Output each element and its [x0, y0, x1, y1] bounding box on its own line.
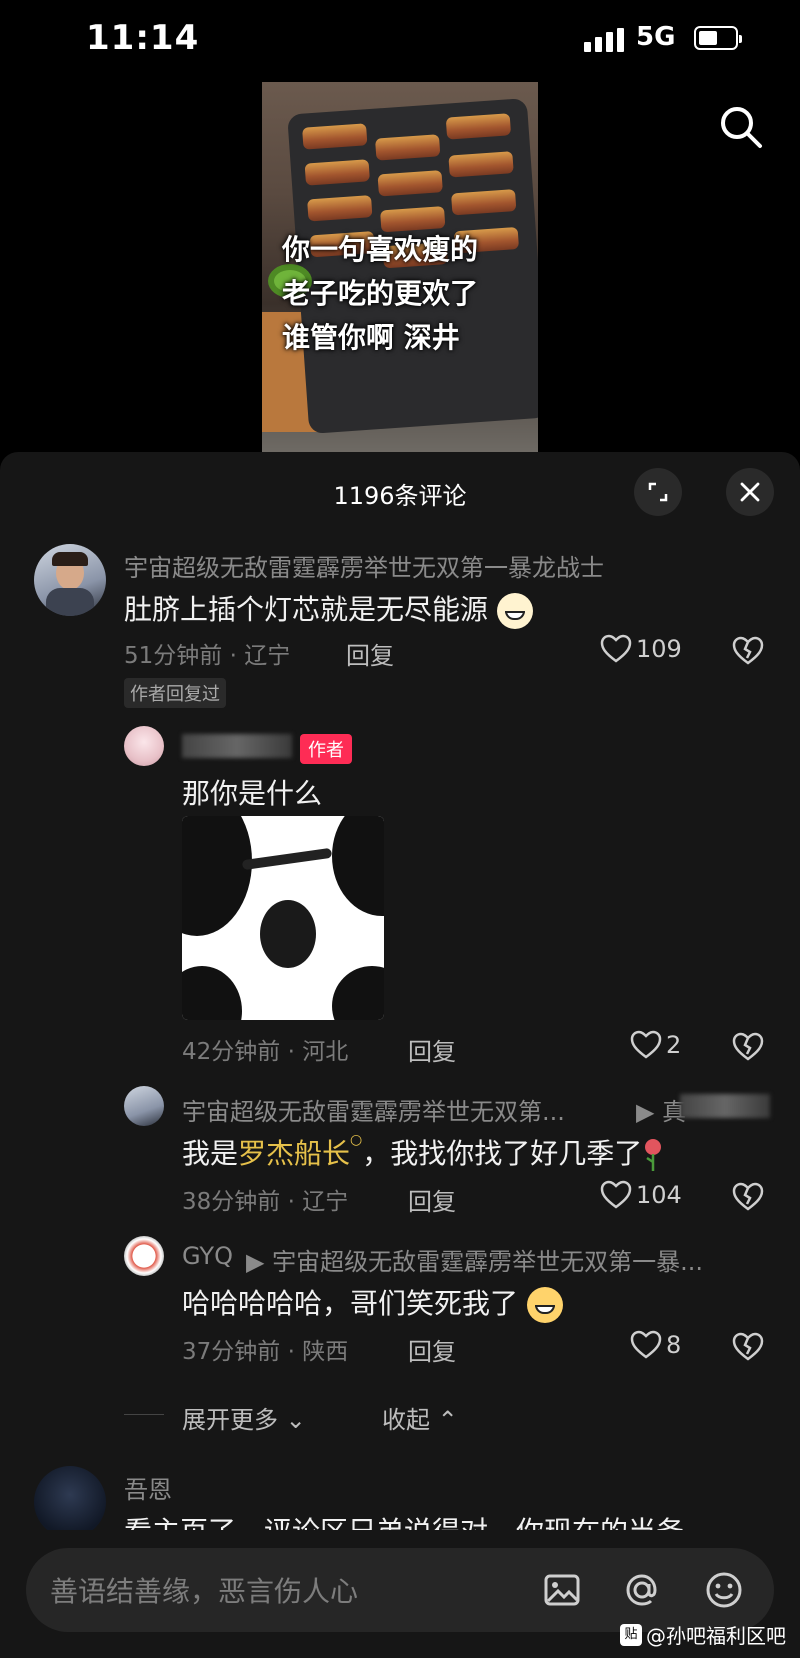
blurred-username — [182, 734, 292, 758]
like-button[interactable]: 109 — [600, 634, 682, 664]
heart-icon — [630, 1030, 662, 1059]
heart-icon — [600, 1180, 632, 1209]
like-button[interactable]: 104 — [600, 1180, 682, 1210]
comment-username[interactable]: 吾恩 — [124, 1470, 172, 1505]
chevron-up-icon: ⌃ — [430, 1406, 458, 1434]
image-icon[interactable] — [542, 1570, 582, 1614]
collapse-button[interactable]: 收起 ⌃ — [382, 1400, 458, 1435]
reply-text: 那你是什么 — [182, 777, 323, 810]
chevron-down-icon: ⌄ — [278, 1406, 306, 1434]
grin-emoji-icon — [496, 593, 533, 629]
blurred-username — [680, 1094, 770, 1118]
heart-icon — [630, 1330, 662, 1359]
video-preview[interactable]: 你一句喜欢瘦的 老子吃的更欢了 谁管你啊 深井 — [262, 82, 538, 452]
like-button[interactable]: 2 — [630, 1030, 681, 1060]
expand-icon — [648, 482, 668, 502]
emoji-icon[interactable] — [704, 1570, 744, 1614]
expand-button[interactable] — [634, 468, 682, 516]
close-icon — [740, 482, 760, 502]
search-small-icon: ○ — [350, 1132, 363, 1148]
reply-username[interactable]: 宇宙超级无敌雷霆霹雳举世无双第... — [182, 1092, 565, 1127]
signal-icon — [584, 28, 626, 52]
like-count: 104 — [636, 1181, 682, 1209]
avatar[interactable] — [34, 544, 106, 616]
watermark: 贴 @孙吧福利区吧 — [620, 1620, 786, 1649]
reply-text: 我是罗杰船长○，我找你找了好几季了 — [182, 1132, 664, 1172]
dislike-button[interactable] — [732, 636, 764, 670]
broken-heart-icon — [732, 1032, 764, 1061]
like-count: 109 — [636, 635, 682, 663]
reply-button[interactable]: 回复 — [346, 636, 394, 671]
reply-text: 哈哈哈哈哈，哥们笑死我了 — [182, 1282, 563, 1323]
reply-to: ▶ 宇宙超级无敌雷霆霹雳举世无双第一暴... — [246, 1248, 703, 1276]
author-replied-badge: 作者回复过 — [124, 678, 226, 708]
avatar[interactable] — [124, 1236, 164, 1276]
mention-icon[interactable] — [622, 1570, 662, 1614]
avatar[interactable] — [34, 1466, 106, 1538]
expand-more-button[interactable]: 展开更多 ⌄ — [182, 1400, 306, 1435]
comment-time-location: 51分钟前 · 辽宁 — [124, 643, 291, 669]
reply-button[interactable]: 回复 — [408, 1032, 456, 1067]
network-label: 5G — [636, 22, 676, 52]
reply-button[interactable]: 回复 — [408, 1332, 456, 1367]
like-count: 2 — [666, 1031, 682, 1059]
reply-time-location: 42分钟前 · 河北 — [182, 1039, 349, 1065]
broken-heart-icon — [732, 636, 764, 665]
status-time: 11:14 — [86, 18, 200, 58]
close-button[interactable] — [726, 468, 774, 516]
panda-meme-image[interactable] — [182, 816, 384, 1020]
reply-to-prefix: ▶ 真 — [636, 1098, 687, 1126]
laugh-cry-emoji-icon — [526, 1287, 563, 1323]
dislike-button[interactable] — [732, 1032, 764, 1066]
like-button[interactable]: 8 — [630, 1330, 681, 1360]
video-caption: 你一句喜欢瘦的 老子吃的更欢了 谁管你啊 深井 — [282, 233, 479, 354]
comment-input-placeholder[interactable]: 善语结善缘，恶言伤人心 — [50, 1570, 358, 1610]
reply-username[interactable]: GYQ — [182, 1242, 233, 1270]
rose-emoji-icon — [642, 1138, 664, 1172]
author-tag: 作者 — [300, 734, 352, 764]
search-icon[interactable] — [718, 104, 764, 150]
like-count: 8 — [666, 1331, 682, 1359]
reply-button[interactable]: 回复 — [408, 1182, 456, 1217]
dislike-button[interactable] — [732, 1182, 764, 1216]
dislike-button[interactable] — [732, 1332, 764, 1366]
reply-time-location: 37分钟前 · 陕西 — [182, 1339, 349, 1365]
avatar[interactable] — [124, 1086, 164, 1126]
comment-text: 肚脐上插个灯芯就是无尽能源 — [124, 588, 533, 629]
avatar[interactable] — [124, 726, 164, 766]
reply-time-location: 38分钟前 · 辽宁 — [182, 1189, 349, 1215]
broken-heart-icon — [732, 1182, 764, 1211]
comment-username[interactable]: 宇宙超级无敌雷霆霹雳举世无双第一暴龙战士 — [124, 548, 604, 583]
heart-icon — [600, 634, 632, 663]
battery-icon — [694, 26, 742, 50]
watermark-text: @孙吧福利区吧 — [646, 1624, 786, 1648]
divider — [124, 1414, 164, 1415]
broken-heart-icon — [732, 1332, 764, 1361]
tieba-logo-icon: 贴 — [620, 1623, 642, 1646]
mention-link[interactable]: 罗杰船长 — [238, 1137, 350, 1170]
